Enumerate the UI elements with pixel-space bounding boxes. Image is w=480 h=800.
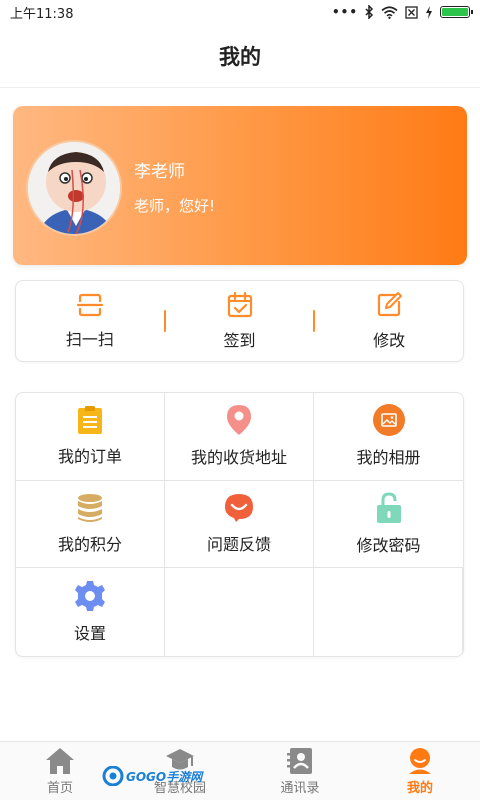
menu-label: 我的积分 <box>57 534 122 554</box>
status-icons: ••• <box>331 5 473 19</box>
checkin-label: 签到 <box>223 331 256 350</box>
photo-album-icon <box>372 404 405 437</box>
cartoon-avatar-icon <box>28 142 120 234</box>
calendar-check-icon <box>227 291 252 318</box>
home-icon <box>46 747 74 774</box>
tab-label: 我的 <box>406 780 433 796</box>
menu-item-address[interactable]: 我的收货地址 <box>165 393 314 481</box>
wifi-icon <box>381 5 398 19</box>
watermark-logo: GOGO手游网 <box>102 766 202 786</box>
menu-item-points[interactable]: 我的积分 <box>16 480 165 569</box>
menu-label: 修改密码 <box>356 535 421 555</box>
feedback-icon <box>225 493 253 522</box>
edit-icon <box>378 292 403 317</box>
gogo-logo-icon <box>102 766 124 786</box>
status-time: 上午11:38 <box>10 6 74 22</box>
lock-icon <box>376 492 401 523</box>
quick-actions-bar: 扫一扫 签到 修改 <box>15 280 464 362</box>
gear-icon <box>75 581 105 612</box>
profile-icon <box>409 747 431 774</box>
menu-label: 问题反馈 <box>206 534 271 554</box>
avatar[interactable] <box>26 140 122 236</box>
profile-greeting: 老师，您好! <box>134 197 216 215</box>
location-pin-icon <box>227 405 251 436</box>
tab-bar: 首页 智慧校园 通讯录 我的 <box>0 741 480 800</box>
coins-icon <box>78 493 102 522</box>
status-bar: 上午11:38 ••• <box>0 0 480 24</box>
menu-item-change-password[interactable]: 修改密码 <box>314 481 463 569</box>
edit-label: 修改 <box>373 331 406 350</box>
edit-button[interactable]: 修改 <box>315 281 463 361</box>
menu-grid: 我的订单 我的收货地址 我的相册 我的积分 问题反馈 修改密码 设置 <box>15 392 464 657</box>
charging-icon <box>426 5 432 19</box>
page-title: 我的 <box>219 44 261 69</box>
contacts-icon <box>287 747 312 774</box>
profile-name: 李老师 <box>134 162 185 182</box>
dots-icon: ••• <box>331 5 358 19</box>
watermark-text: GOGO手游网 <box>126 769 203 784</box>
bluetooth-icon <box>365 5 374 19</box>
scan-label: 扫一扫 <box>65 330 114 349</box>
menu-item-settings[interactable]: 设置 <box>16 568 165 656</box>
tab-label: 通讯录 <box>280 780 320 796</box>
order-clipboard-icon <box>78 406 102 435</box>
menu-item-album[interactable]: 我的相册 <box>314 393 463 481</box>
menu-empty-cell <box>165 568 314 656</box>
profile-card[interactable]: 李老师 老师，您好! <box>13 106 467 265</box>
menu-item-feedback[interactable]: 问题反馈 <box>165 480 314 569</box>
no-sim-icon <box>405 5 418 19</box>
menu-empty-cell <box>314 568 463 656</box>
scan-button[interactable]: 扫一扫 <box>16 281 164 361</box>
checkin-button[interactable]: 签到 <box>166 281 314 361</box>
tab-label: 首页 <box>46 780 73 796</box>
menu-label: 设置 <box>73 624 106 644</box>
tab-contacts[interactable]: 通讯录 <box>240 742 360 800</box>
tab-profile[interactable]: 我的 <box>360 742 480 800</box>
menu-label: 我的相册 <box>356 448 421 468</box>
menu-item-orders[interactable]: 我的订单 <box>16 393 165 481</box>
menu-label: 我的收货地址 <box>190 448 287 468</box>
nav-bar: 我的 <box>0 24 480 88</box>
scan-icon <box>76 293 103 317</box>
battery-icon <box>440 6 473 18</box>
menu-label: 我的订单 <box>57 447 122 467</box>
